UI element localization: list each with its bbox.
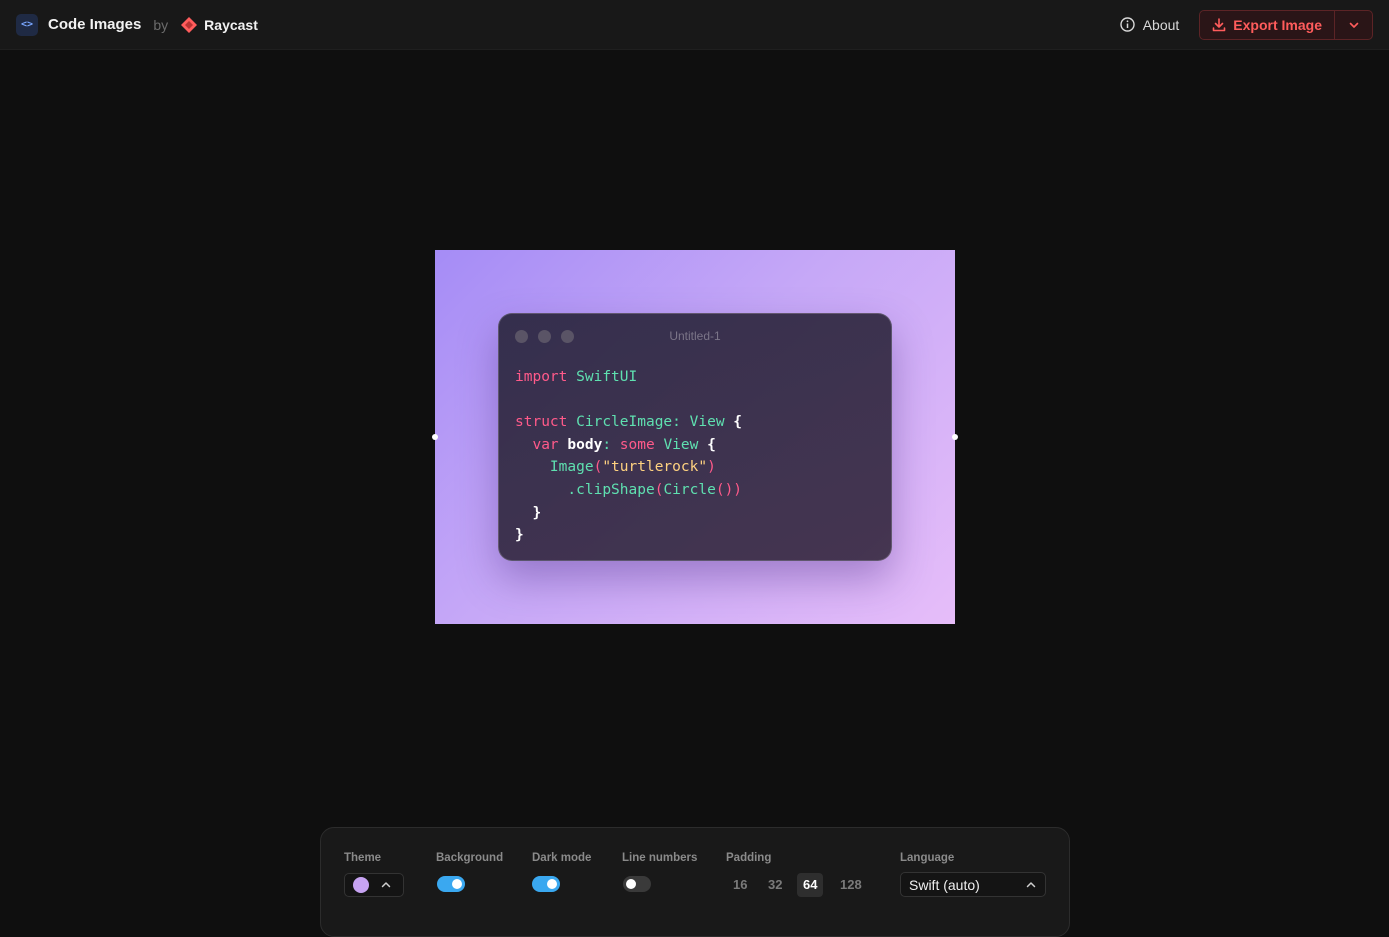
download-icon: [1212, 17, 1226, 31]
export-image-label: Export Image: [1233, 16, 1322, 33]
header-actions: About Export Image: [1120, 9, 1373, 40]
export-options-dropdown[interactable]: [1334, 10, 1372, 39]
padding-option-16[interactable]: 16: [727, 873, 753, 897]
code-window: Untitled-1 import SwiftUI struct CircleI…: [498, 313, 892, 561]
chevron-down-icon: [1349, 22, 1358, 28]
padding-option-32[interactable]: 32: [762, 873, 788, 897]
brand: <> Code Images by Raycast: [16, 13, 258, 36]
theme-picker[interactable]: [344, 873, 404, 897]
background-toggle[interactable]: [437, 876, 465, 892]
dark-mode-toggle[interactable]: [532, 876, 560, 892]
language-label: Language: [900, 852, 955, 864]
about-button[interactable]: About: [1120, 16, 1180, 33]
about-label: About: [1142, 16, 1180, 33]
chevron-up-icon: [1026, 881, 1036, 887]
settings-panel: Theme Background Dark mode Line numbers …: [320, 827, 1070, 937]
export-button-group: Export Image: [1199, 9, 1373, 40]
language-select[interactable]: Swift (auto): [900, 872, 1046, 897]
line-numbers-toggle[interactable]: [623, 876, 651, 892]
code-line: import SwiftUI: [515, 369, 638, 385]
background-label: Background: [436, 852, 504, 864]
app-title: Code Images: [48, 16, 142, 33]
code-line: struct CircleImage: View {: [515, 414, 743, 431]
resize-handle-right[interactable]: [952, 434, 958, 440]
resize-handle-left[interactable]: [432, 434, 438, 440]
code-editor[interactable]: import SwiftUI struct CircleImage: View …: [515, 366, 742, 547]
raycast-logo-icon: [181, 16, 198, 33]
dark-mode-label: Dark mode: [532, 852, 592, 864]
language-value: Swift (auto): [909, 876, 980, 893]
padding-label: Padding: [726, 852, 772, 864]
padding-option-64[interactable]: 64: [797, 873, 824, 897]
theme-swatch: [353, 877, 369, 893]
by-text: by: [153, 16, 169, 33]
code-line: }: [532, 504, 542, 521]
padding-option-128[interactable]: 128: [834, 873, 868, 897]
code-line: var body: some View {: [532, 436, 716, 453]
info-icon: [1120, 17, 1135, 32]
line-numbers-label: Line numbers: [622, 852, 698, 864]
code-line: .clipShape(Circle()): [567, 481, 743, 498]
top-bar: <> Code Images by Raycast About Export I…: [0, 0, 1389, 50]
chevron-up-icon: [381, 882, 391, 888]
code-image-frame: Untitled-1 import SwiftUI struct CircleI…: [435, 250, 955, 624]
code-line: Image("turtlerock"): [549, 459, 716, 476]
theme-label: Theme: [344, 852, 382, 864]
window-title[interactable]: Untitled-1: [499, 329, 891, 343]
code-images-app-icon: <>: [16, 13, 38, 36]
raycast-label[interactable]: Raycast: [204, 17, 258, 33]
code-line: }: [515, 527, 524, 544]
export-image-button[interactable]: Export Image: [1200, 11, 1334, 39]
